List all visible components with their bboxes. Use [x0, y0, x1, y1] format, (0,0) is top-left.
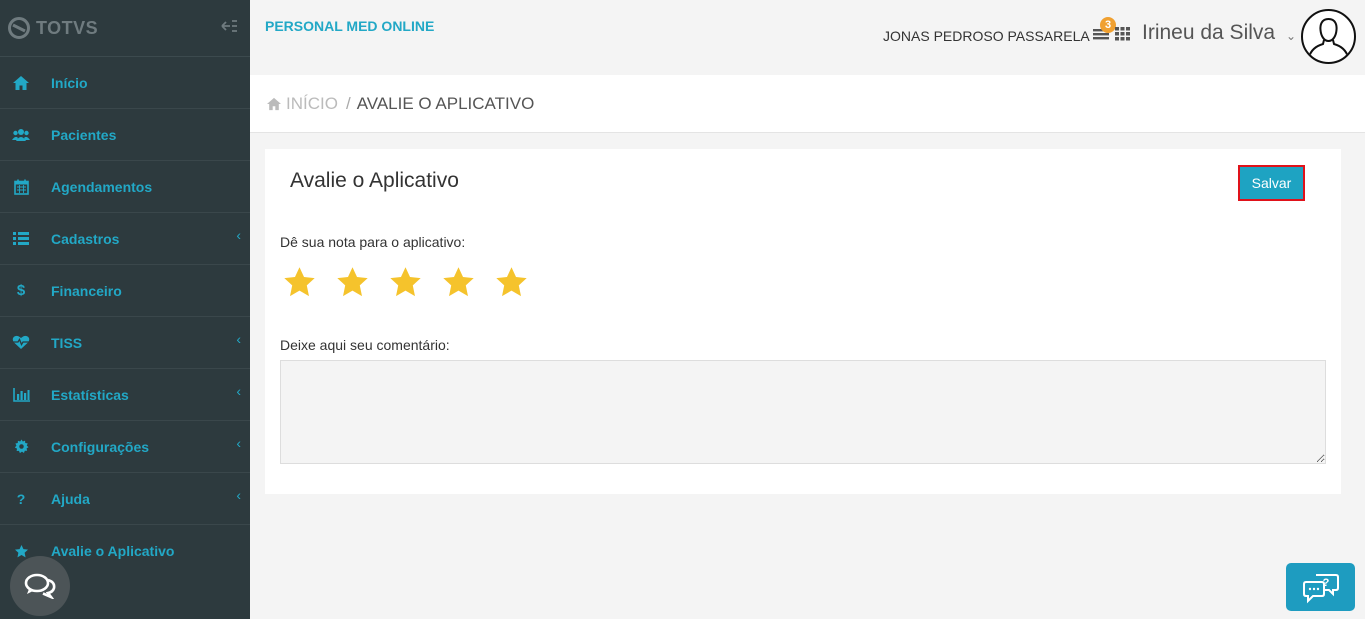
sidebar-item-label: Início	[51, 74, 88, 91]
star-icon[interactable]	[282, 265, 317, 300]
sidebar-item-agendamentos[interactable]: Agendamentos	[0, 161, 250, 213]
sidebar-item-configuracoes[interactable]: Configurações ‹	[0, 421, 250, 473]
chevron-left-icon: ‹	[236, 487, 241, 503]
sidebar-nav: Início Pacientes Agendamentos Cadastros …	[0, 57, 250, 577]
chevron-left-icon: ‹	[236, 383, 241, 399]
user-name: JONAS PEDROSO PASSARELA	[883, 28, 1090, 44]
breadcrumb-home[interactable]: INÍCIO	[266, 94, 338, 114]
rating-label: Dê sua nota para o aplicativo:	[280, 234, 466, 250]
totvs-logo[interactable]: TOTVS	[8, 17, 98, 39]
chevron-left-icon: ‹	[236, 227, 241, 243]
app-title[interactable]: PERSONAL MED ONLINE	[265, 18, 434, 34]
dollar-icon: $	[16, 282, 26, 299]
home-icon	[12, 74, 30, 92]
sidebar-item-label: Configurações	[51, 438, 150, 455]
logo-text: TOTVS	[36, 17, 99, 38]
sidebar-item-pacientes[interactable]: Pacientes	[0, 109, 250, 161]
sidebar-item-financeiro[interactable]: $ Financeiro	[0, 265, 250, 317]
breadcrumb-current: AVALIE O APLICATIVO	[356, 93, 535, 113]
heartbeat-icon	[12, 334, 30, 352]
sidebar-item-inicio[interactable]: Início	[0, 57, 250, 109]
chat-button[interactable]	[10, 556, 70, 616]
home-icon	[267, 97, 281, 110]
list-icon	[12, 230, 30, 248]
gear-icon	[12, 438, 30, 456]
sidebar-item-label: Pacientes	[51, 126, 117, 143]
sidebar-item-ajuda[interactable]: ? Ajuda ‹	[0, 473, 250, 525]
avatar[interactable]	[1301, 9, 1356, 64]
sidebar-item-label: Financeiro	[51, 282, 122, 299]
user-avatar-icon	[1308, 17, 1349, 58]
save-button[interactable]: Salvar	[1238, 165, 1305, 201]
comment-label: Deixe aqui seu comentário:	[280, 337, 450, 353]
sidebar-collapse-icon[interactable]	[221, 19, 238, 38]
sidebar-item-label: TISS	[51, 334, 83, 351]
users-icon	[12, 126, 30, 144]
star-icon[interactable]	[388, 265, 423, 300]
chevron-left-icon: ‹	[236, 331, 241, 347]
chevron-down-icon[interactable]: ⌄	[1286, 29, 1296, 43]
sidebar-item-estatisticas[interactable]: Estatísticas ‹	[0, 369, 250, 421]
comment-textarea[interactable]	[280, 360, 1326, 464]
account-name[interactable]: Irineu da Silva	[1142, 21, 1275, 45]
question-icon: ?	[16, 490, 26, 507]
breadcrumb: INÍCIO / AVALIE O APLICATIVO	[250, 75, 1365, 133]
totvs-logo-icon	[8, 17, 30, 39]
rating-stars	[282, 265, 529, 300]
breadcrumb-home-label: INÍCIO	[286, 93, 338, 113]
sidebar: TOTVS Início Pacientes Agendamentos Cada…	[0, 0, 250, 619]
help-chat-button[interactable]: ?	[1286, 563, 1355, 611]
chat-icon	[24, 573, 56, 599]
notification-badge: 3	[1100, 17, 1116, 33]
help-chat-icon: ?	[1302, 574, 1339, 604]
breadcrumb-separator: /	[345, 93, 351, 113]
star-icon[interactable]	[441, 265, 476, 300]
calendar-icon	[12, 178, 30, 196]
sidebar-item-label: Agendamentos	[51, 178, 153, 195]
chevron-left-icon: ‹	[236, 435, 241, 451]
sidebar-item-cadastros[interactable]: Cadastros ‹	[0, 213, 250, 265]
sidebar-item-tiss[interactable]: TISS ‹	[0, 317, 250, 369]
bar-chart-icon	[12, 386, 30, 404]
apps-grid-icon[interactable]	[1115, 27, 1130, 46]
sidebar-item-label: Estatísticas	[51, 386, 129, 403]
sidebar-item-label: Avalie o Aplicativo	[51, 543, 175, 559]
star-icon[interactable]	[335, 265, 370, 300]
sidebar-header: TOTVS	[0, 0, 250, 57]
sidebar-item-label: Ajuda	[51, 490, 90, 507]
page-title: Avalie o Aplicativo	[290, 169, 459, 192]
sidebar-item-label: Cadastros	[51, 230, 120, 247]
top-header: PERSONAL MED ONLINE JONAS PEDROSO PASSAR…	[250, 0, 1365, 75]
star-icon[interactable]	[494, 265, 529, 300]
star-icon	[12, 542, 30, 560]
rating-card: Avalie o Aplicativo Salvar Dê sua nota p…	[265, 149, 1341, 494]
